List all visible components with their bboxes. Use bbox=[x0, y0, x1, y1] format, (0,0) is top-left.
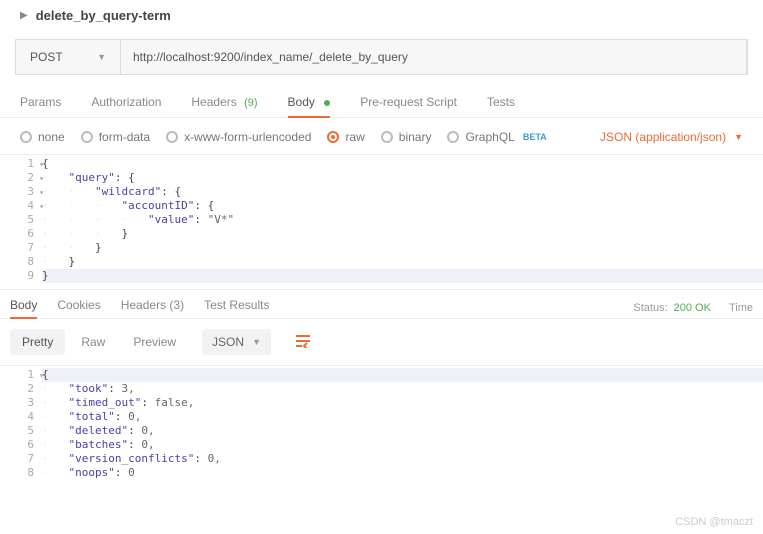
request-bar: POST ▼ http://localhost:9200/index_name/… bbox=[15, 39, 748, 75]
request-body-editor[interactable]: 1▾2▾3▾4▾56789 {· "query": {· · "wildcard… bbox=[0, 155, 763, 283]
tab-headers-label: Headers bbox=[191, 95, 236, 109]
line-gutter: 1▾2345678 bbox=[0, 366, 42, 480]
tab-params[interactable]: Params bbox=[20, 95, 61, 117]
radio-icon bbox=[20, 131, 32, 143]
view-pretty-button[interactable]: Pretty bbox=[10, 329, 65, 355]
chevron-right-icon: ▶ bbox=[20, 10, 28, 21]
watermark: CSDN @tmaczt bbox=[675, 516, 753, 528]
time-label: Time bbox=[729, 302, 753, 314]
radio-icon bbox=[381, 131, 393, 143]
status-code: 200 OK bbox=[674, 302, 711, 314]
resp-headers-count-badge: (3) bbox=[169, 298, 184, 312]
view-raw-button[interactable]: Raw bbox=[69, 329, 117, 355]
breadcrumb: ▶ delete_by_query-term bbox=[0, 0, 763, 31]
body-type-binary[interactable]: binary bbox=[381, 130, 432, 144]
beta-badge: BETA bbox=[523, 132, 547, 142]
format-select[interactable]: JSON ▼ bbox=[202, 329, 271, 355]
tab-body[interactable]: Body bbox=[288, 95, 331, 117]
tab-headers[interactable]: Headers (9) bbox=[191, 95, 257, 117]
body-type-none[interactable]: none bbox=[20, 130, 65, 144]
resp-tab-testresults[interactable]: Test Results bbox=[204, 298, 269, 318]
code-area[interactable]: {· "query": {· · "wildcard": {· · · "acc… bbox=[42, 155, 763, 283]
body-type-graphql[interactable]: GraphQLBETA bbox=[447, 130, 546, 144]
resp-tab-cookies[interactable]: Cookies bbox=[57, 298, 100, 318]
status-label: Status: bbox=[633, 302, 667, 314]
http-method-select[interactable]: POST ▼ bbox=[16, 40, 121, 74]
radio-icon bbox=[166, 131, 178, 143]
body-type-raw[interactable]: raw bbox=[327, 130, 364, 144]
tab-tests[interactable]: Tests bbox=[487, 95, 515, 117]
code-area[interactable]: {· "took": 3,· "timed_out": false,· "tot… bbox=[42, 366, 763, 480]
resp-tab-headers-label: Headers bbox=[121, 298, 166, 312]
tab-prerequest[interactable]: Pre-request Script bbox=[360, 95, 457, 117]
radio-selected-icon bbox=[327, 131, 339, 143]
request-tabs: Params Authorization Headers (9) Body Pr… bbox=[0, 83, 763, 117]
chevron-down-icon: ▼ bbox=[734, 132, 743, 142]
content-type-label: JSON (application/json) bbox=[600, 130, 726, 144]
response-body-editor[interactable]: 1▾2345678 {· "took": 3,· "timed_out": fa… bbox=[0, 366, 763, 480]
method-value: POST bbox=[30, 50, 63, 64]
content-type-select[interactable]: JSON (application/json) ▼ bbox=[600, 130, 743, 144]
url-input[interactable]: http://localhost:9200/index_name/_delete… bbox=[121, 40, 747, 74]
tab-body-label: Body bbox=[288, 95, 315, 109]
line-gutter: 1▾2▾3▾4▾56789 bbox=[0, 155, 42, 283]
resp-tab-headers[interactable]: Headers (3) bbox=[121, 298, 184, 318]
body-type-formdata[interactable]: form-data bbox=[81, 130, 150, 144]
radio-icon bbox=[447, 131, 459, 143]
tab-authorization[interactable]: Authorization bbox=[91, 95, 161, 117]
response-tabs: Body Cookies Headers (3) Test Results St… bbox=[0, 289, 763, 318]
body-type-selector: none form-data x-www-form-urlencoded raw… bbox=[0, 117, 763, 155]
chevron-down-icon: ▼ bbox=[252, 337, 261, 347]
radio-icon bbox=[81, 131, 93, 143]
modified-dot-icon bbox=[324, 100, 330, 106]
request-name: delete_by_query-term bbox=[36, 8, 171, 23]
headers-count-badge: (9) bbox=[244, 97, 257, 109]
resp-tab-body[interactable]: Body bbox=[10, 298, 37, 318]
chevron-down-icon: ▼ bbox=[97, 52, 106, 62]
view-preview-button[interactable]: Preview bbox=[121, 329, 188, 355]
format-value: JSON bbox=[212, 335, 244, 349]
wrap-lines-icon[interactable] bbox=[295, 334, 311, 351]
status-area: Status: 200 OK Time bbox=[633, 302, 753, 314]
response-toolbar: Pretty Raw Preview JSON ▼ bbox=[0, 318, 763, 366]
body-type-urlencoded[interactable]: x-www-form-urlencoded bbox=[166, 130, 311, 144]
